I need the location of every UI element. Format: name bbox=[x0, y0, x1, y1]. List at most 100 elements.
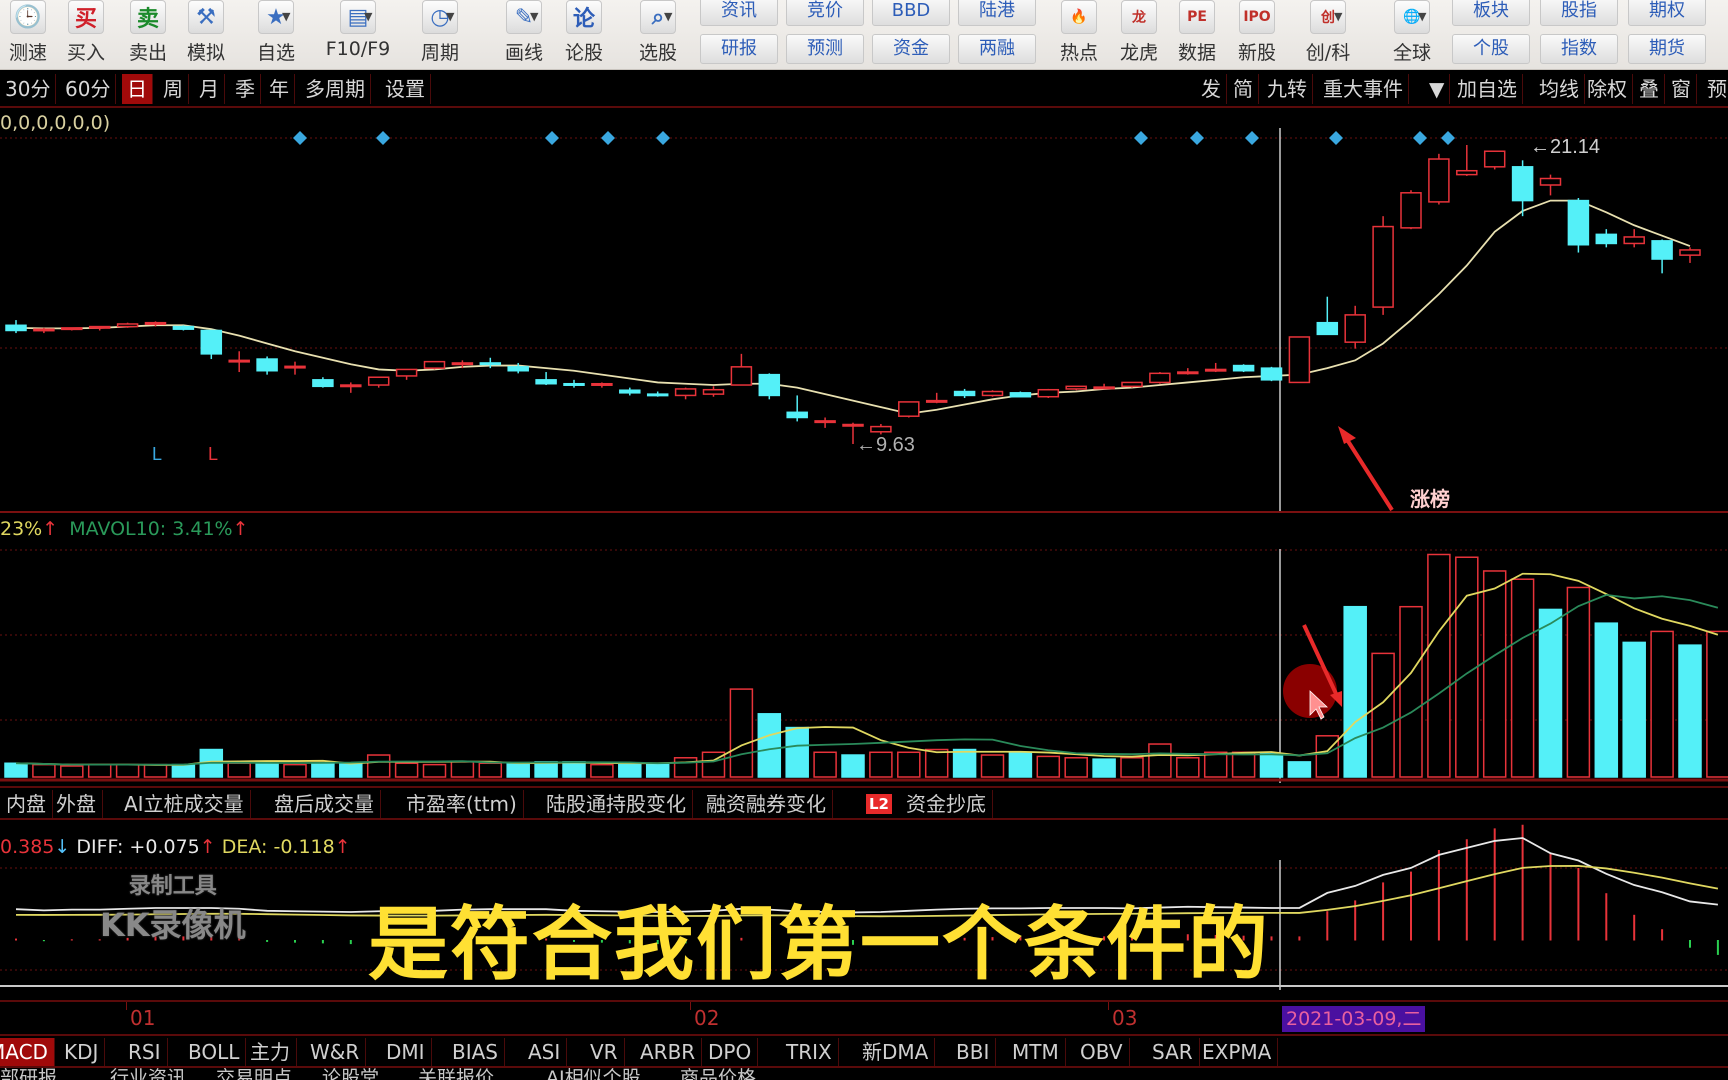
candle[interactable] bbox=[1372, 216, 1394, 315]
indicator-tab-sar[interactable]: SAR bbox=[1146, 1038, 1200, 1066]
bottom-tab[interactable]: AI相似个股 bbox=[546, 1068, 641, 1080]
dropdown-caret-icon[interactable]: ▼ bbox=[530, 10, 538, 23]
candle[interactable] bbox=[1456, 145, 1478, 176]
toolbar-small-button[interactable]: BBD bbox=[872, 0, 950, 26]
dropdown-caret-icon[interactable]: ▼ bbox=[1418, 10, 1426, 23]
candle[interactable] bbox=[898, 401, 920, 418]
candle[interactable] bbox=[814, 417, 836, 428]
toolbar-small-button[interactable]: 指数 bbox=[1540, 34, 1618, 64]
period-tab-0[interactable]: 30分 bbox=[0, 74, 57, 104]
candle[interactable] bbox=[1539, 174, 1562, 196]
chart-option-10[interactable]: 预 bbox=[1702, 74, 1728, 104]
indicator-tab-mtm[interactable]: MTM bbox=[1006, 1038, 1066, 1066]
toolbar-small-button[interactable]: 两融 bbox=[958, 34, 1036, 64]
candle[interactable] bbox=[395, 368, 418, 380]
candle[interactable] bbox=[256, 356, 278, 375]
candle[interactable] bbox=[1679, 247, 1701, 263]
candle[interactable] bbox=[1121, 381, 1143, 388]
toolbar-small-button[interactable]: 期货 bbox=[1628, 34, 1706, 64]
period-tab-8[interactable]: 设置 bbox=[380, 74, 431, 104]
period-tab-6[interactable]: 年 bbox=[264, 74, 295, 104]
candle[interactable] bbox=[312, 377, 334, 388]
candle[interactable] bbox=[758, 373, 781, 400]
indicator-tab-rsi[interactable]: RSI bbox=[122, 1038, 168, 1066]
indicator-tab-dpo[interactable]: DPO bbox=[702, 1038, 759, 1066]
sub-tab-2[interactable]: AI立桩成交量 bbox=[118, 790, 251, 818]
indicator-tab-bias[interactable]: BIAS bbox=[446, 1038, 505, 1066]
indicator-tab-obv[interactable]: OBV bbox=[1074, 1038, 1130, 1066]
toolbar-button-9[interactable]: ⌕ 选股 ▼ bbox=[618, 0, 698, 70]
period-tab-1[interactable]: 60分 bbox=[60, 74, 117, 104]
l2-badge-icon[interactable]: L2 bbox=[866, 794, 892, 814]
indicator-tab-wr[interactable]: W&R bbox=[304, 1038, 367, 1066]
indicator-tab-asi[interactable]: ASI bbox=[522, 1038, 568, 1066]
candle[interactable] bbox=[646, 391, 669, 397]
toolbar-button-0[interactable]: 🕒 测速 bbox=[0, 0, 56, 70]
candle[interactable] bbox=[1288, 336, 1311, 384]
candle[interactable] bbox=[1651, 239, 1673, 274]
candle[interactable] bbox=[925, 392, 948, 404]
toolbar-button-ipo[interactable]: IPO 新股 bbox=[1228, 0, 1286, 70]
toolbar-button-pe-data[interactable]: PE 数据 bbox=[1168, 0, 1226, 70]
toolbar-small-button[interactable]: 资金 bbox=[872, 34, 950, 64]
toolbar-small-button[interactable]: 股指 bbox=[1540, 0, 1618, 26]
candle[interactable] bbox=[423, 360, 446, 370]
candle[interactable] bbox=[172, 325, 195, 331]
toolbar-button-3[interactable]: ⚒ 模拟 bbox=[178, 0, 234, 70]
toolbar-small-button[interactable]: 资讯 bbox=[700, 0, 778, 26]
indicator-tab-trix[interactable]: TRIX bbox=[780, 1038, 839, 1066]
toolbar-small-button[interactable]: 研报 bbox=[700, 34, 778, 64]
candle[interactable] bbox=[591, 382, 613, 388]
candle[interactable] bbox=[88, 325, 111, 331]
toolbar-small-button[interactable]: 板块 bbox=[1452, 0, 1530, 26]
candle[interactable] bbox=[1204, 362, 1227, 373]
candle[interactable] bbox=[1316, 296, 1339, 336]
candle[interactable] bbox=[981, 390, 1004, 397]
indicator-tab-bbi[interactable]: BBI bbox=[950, 1038, 997, 1066]
candle[interactable] bbox=[1595, 229, 1618, 248]
period-tab-2[interactable]: 日 bbox=[122, 74, 153, 104]
volume-chart[interactable] bbox=[0, 513, 1728, 783]
dropdown-caret-icon[interactable]: ▼ bbox=[1334, 10, 1342, 23]
candle[interactable] bbox=[33, 327, 55, 334]
bottom-tab[interactable]: 交易明点 bbox=[216, 1068, 292, 1080]
sub-tab-3[interactable]: 盘后成交量 bbox=[268, 790, 381, 818]
period-tab-3[interactable]: 周 bbox=[158, 74, 189, 104]
candle[interactable] bbox=[367, 376, 390, 388]
toolbar-button-globe[interactable]: 🌐 全球 ▼ bbox=[1372, 0, 1452, 70]
chart-option-9[interactable]: 窗 bbox=[1666, 74, 1697, 104]
candle[interactable] bbox=[674, 387, 697, 400]
dropdown-caret-icon[interactable]: ▼ bbox=[364, 10, 372, 23]
chart-option-6[interactable]: 均线 bbox=[1534, 74, 1585, 104]
dropdown-caret-icon[interactable]: ▼ bbox=[1424, 74, 1451, 104]
chart-option-3[interactable]: 重大事件 bbox=[1318, 74, 1409, 104]
toolbar-small-button[interactable]: 陆港 bbox=[958, 0, 1036, 26]
toolbar-button-hot-flame[interactable]: 🔥 热点 bbox=[1050, 0, 1108, 70]
toolbar-button-2[interactable]: 卖卖出 bbox=[120, 0, 176, 70]
indicator-tab-macd[interactable]: MACD bbox=[0, 1038, 55, 1066]
candle[interactable] bbox=[535, 372, 557, 386]
candle[interactable] bbox=[1065, 385, 1087, 391]
candle[interactable] bbox=[702, 386, 725, 397]
sub-tab-4[interactable]: 市盈率(ttm) bbox=[400, 790, 524, 818]
indicator-tab-[interactable]: 主力 bbox=[244, 1038, 297, 1066]
chart-option-1[interactable]: 简 bbox=[1228, 74, 1259, 104]
candle[interactable] bbox=[228, 351, 250, 373]
candle[interactable] bbox=[61, 327, 83, 331]
candle[interactable] bbox=[5, 320, 27, 334]
chart-option-7[interactable]: 除权 bbox=[1582, 74, 1633, 104]
candle[interactable] bbox=[786, 395, 808, 422]
candle[interactable] bbox=[507, 362, 529, 374]
toolbar-button-4[interactable]: ★ 自选 ▼ bbox=[236, 0, 316, 70]
toolbar-button-1[interactable]: 买买入 bbox=[58, 0, 114, 70]
candle[interactable] bbox=[340, 382, 362, 393]
indicator-tab-dmi[interactable]: DMI bbox=[380, 1038, 432, 1066]
period-tab-4[interactable]: 月 bbox=[194, 74, 225, 104]
candle[interactable] bbox=[1483, 150, 1506, 170]
toolbar-button-7[interactable]: ✎ 画线 ▼ bbox=[484, 0, 564, 70]
candle[interactable] bbox=[284, 361, 306, 375]
dropdown-caret-icon[interactable]: ▼ bbox=[446, 10, 454, 23]
candle[interactable] bbox=[1149, 372, 1171, 384]
sub-tab-1[interactable]: 外盘 bbox=[50, 790, 103, 818]
period-tab-5[interactable]: 季 bbox=[230, 74, 261, 104]
